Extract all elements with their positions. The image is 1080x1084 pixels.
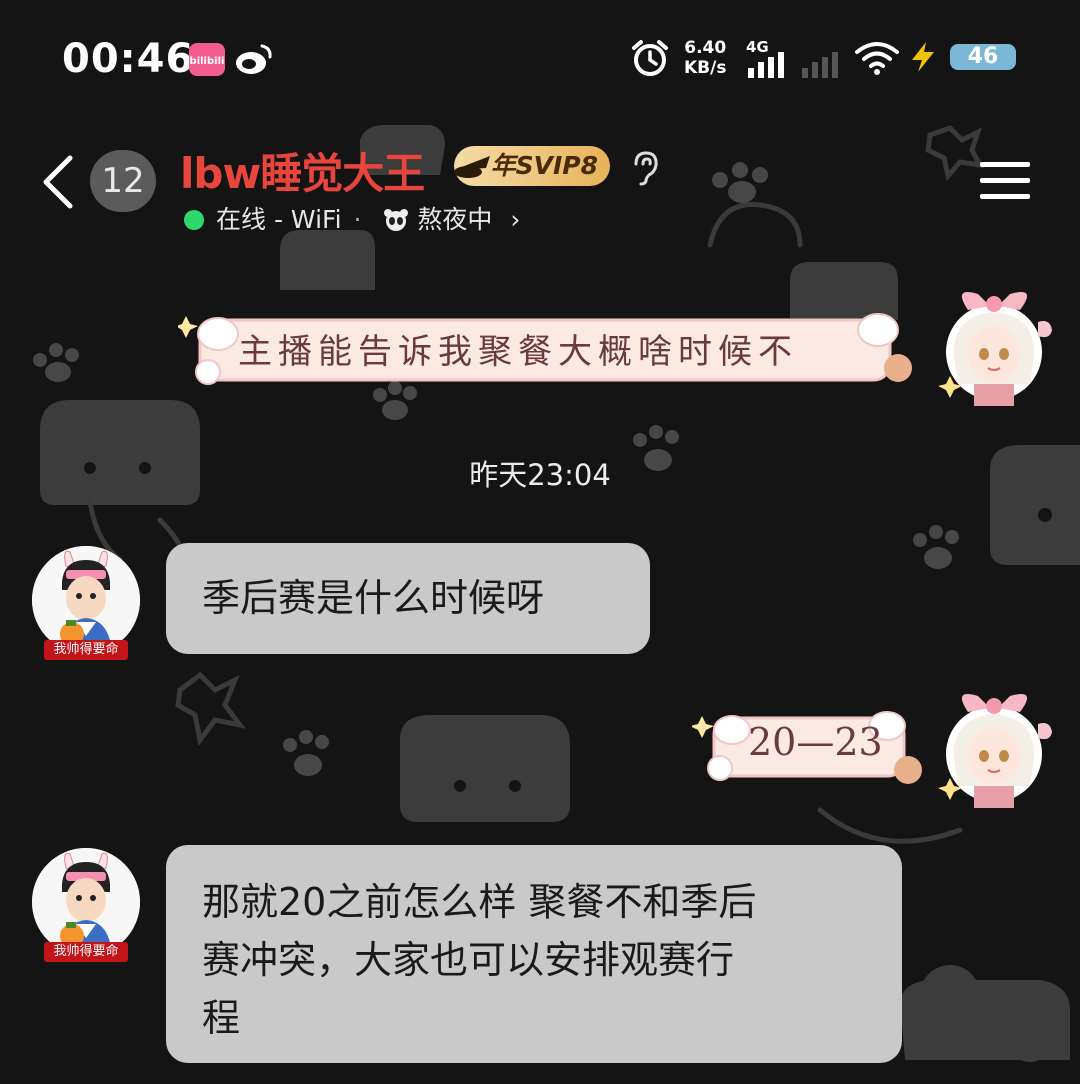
alarm-icon [630,38,670,82]
vip-badge[interactable]: 年SVIP8 [454,146,610,186]
message-bubble-incoming[interactable]: 那就20之前怎么样 聚餐不和季后 赛冲突，大家也可以安排观赛行 程 [166,845,902,1063]
message-text-line: 那就20之前怎么样 聚餐不和季后 [202,880,757,924]
cartoon-boy-avatar-icon [32,848,140,956]
charging-icon [906,40,940,78]
chevron-left-icon [43,155,73,209]
message-timestamp: 昨天23:04 [469,458,611,492]
message-bubble-outgoing[interactable]: 20—23 [690,702,928,798]
contact-avatar[interactable] [32,848,140,956]
ear-mode-icon[interactable] [630,150,660,190]
my-avatar[interactable] [938,682,1062,820]
weibo-icon [234,42,274,80]
menu-button[interactable] [980,160,1030,206]
message-text: 主播能告诉我聚餐大概啥时候不 [238,332,798,372]
avatar-badge: 我帅得要命 [44,640,128,660]
back-button[interactable] [38,154,78,214]
contact-avatar[interactable] [32,546,140,654]
my-avatar[interactable] [938,280,1062,418]
chevron-right-icon: › [510,205,521,234]
message-bubble-incoming[interactable]: 季后赛是什么时候呀 [166,543,650,654]
unread-count-badge[interactable]: 12 [90,150,156,212]
signal-strength-icon [748,52,848,82]
bilibili-icon: bilibili [188,40,226,82]
status-bar: 00:46 bilibili 6.40 KB/s 4G 46 [0,0,1080,120]
hamburger-menu-icon [980,162,1030,199]
message-bubble-outgoing[interactable]: 主播能告诉我聚餐大概啥时候不 [176,306,918,400]
svg-text:bilibili: bilibili [190,56,225,67]
message-text: 20—23 [748,720,883,764]
anime-girl-avatar-icon [938,694,1052,808]
wifi-icon [854,40,900,80]
message-text: 季后赛是什么时候呀 [202,576,545,620]
cartoon-boy-avatar-icon [32,546,140,654]
network-speed: 6.40 KB/s [684,38,727,78]
online-dot-icon [184,210,204,230]
message-text-line: 赛冲突，大家也可以安排观赛行 [202,938,735,982]
anime-girl-avatar-icon [938,292,1052,406]
avatar-badge: 我帅得要命 [44,942,128,962]
battery-indicator: 46 [950,44,1016,70]
clock: 00:46 [62,36,195,82]
contact-name[interactable]: lbw睡觉大王 [180,140,425,201]
message-text-line: 程 [202,996,241,1040]
crown-hat-icon [454,156,490,178]
panda-icon [383,208,409,238]
presence-status[interactable]: 在线 - WiFi · 熬夜中 › [184,200,520,238]
